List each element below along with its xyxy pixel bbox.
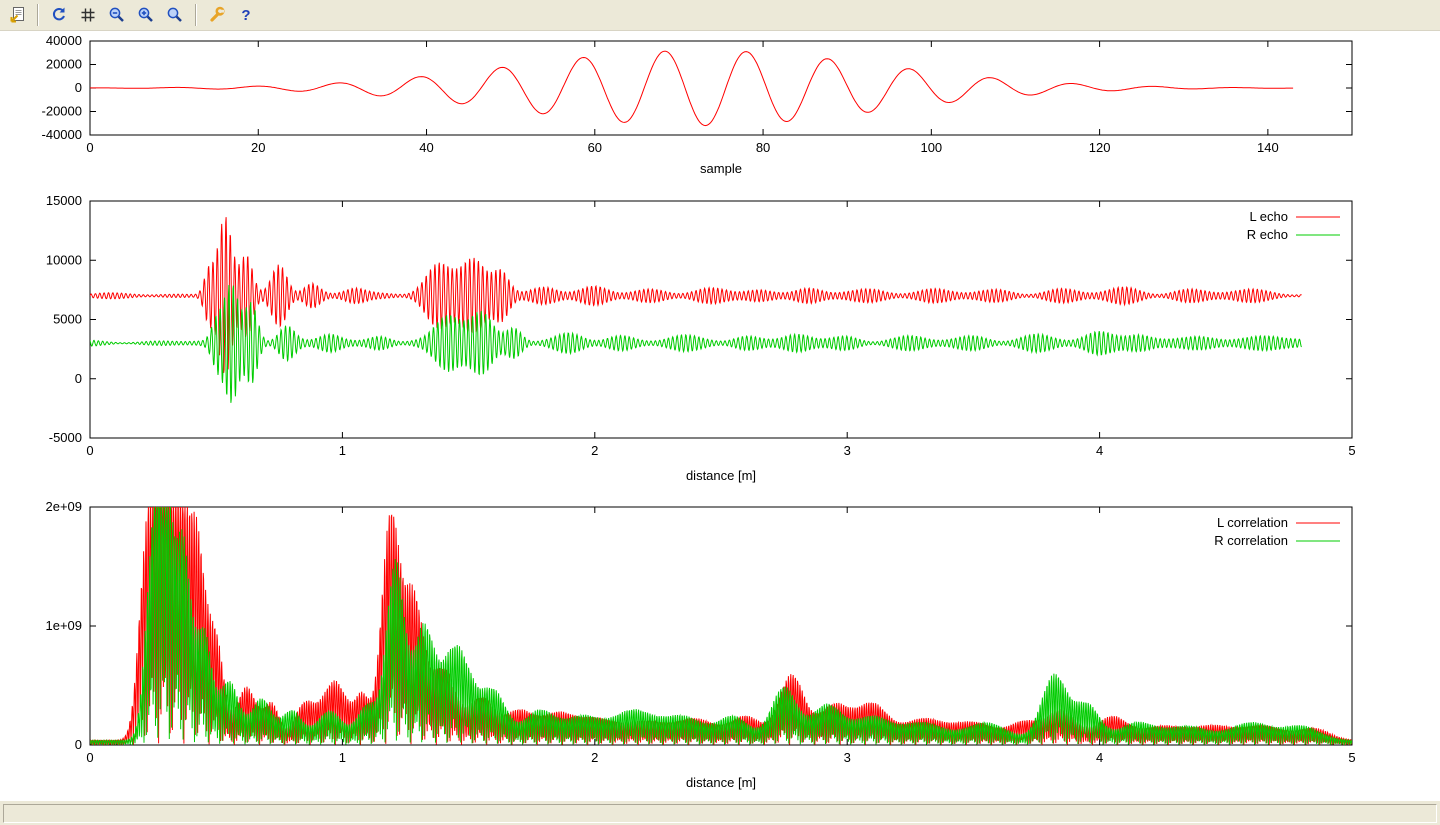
x-tick-label: 40 [419, 140, 433, 155]
x-axis-label: distance [m] [686, 775, 756, 790]
x-tick-label: 0 [86, 443, 93, 458]
autoscale-button[interactable] [162, 2, 188, 28]
series-l-echo [90, 217, 1302, 373]
toolbar-separator [37, 4, 39, 26]
x-tick-label: 3 [844, 443, 851, 458]
chart-echo: 0 1 2 3 4 5 -5000 0 5000 10000 15000 distance [m] L … [46, 193, 1356, 483]
x-tick-label: 2 [591, 750, 598, 765]
y-tick-label: 0 [75, 80, 82, 95]
autoscale-icon [166, 6, 184, 24]
y-tick-label: 10000 [46, 252, 82, 267]
y-tick-label: 5000 [53, 312, 82, 327]
y-tick-label: 20000 [46, 57, 82, 72]
x-tick-label: 1 [339, 750, 346, 765]
y-tick-label: 15000 [46, 193, 82, 208]
zoom-next-icon [137, 6, 155, 24]
y-tick-label: 40000 [46, 33, 82, 48]
plot-area: 020406080100120140-40000-200000200004000… [0, 31, 1440, 800]
x-tick-label: 0 [86, 140, 93, 155]
status-message [3, 804, 1437, 823]
plot-frame [90, 507, 1352, 745]
y-tick-label: 0 [75, 737, 82, 752]
y-tick-label: -5000 [49, 430, 82, 445]
x-tick-label: 100 [920, 140, 942, 155]
status-bar [0, 800, 1440, 825]
replot-button[interactable] [46, 2, 72, 28]
refresh-icon [50, 6, 68, 24]
copy-to-clipboard-button[interactable] [4, 2, 30, 28]
legend-label: L correlation [1217, 515, 1288, 530]
wrench-icon [208, 6, 226, 24]
y-tick-label: 0 [75, 371, 82, 386]
grid-icon [79, 6, 97, 24]
series-l-correlation [90, 507, 1352, 745]
gnuplot-window: ? 020406080100120140-40000-2000002000040… [0, 0, 1440, 825]
copy-icon [8, 6, 26, 24]
y-tick-label: 2e+09 [45, 499, 82, 514]
svg-text:?: ? [241, 7, 250, 24]
plot-frame [90, 201, 1352, 438]
x-tick-label: 4 [1096, 443, 1103, 458]
x-tick-label: 1 [339, 443, 346, 458]
x-tick-label: 0 [86, 750, 93, 765]
series-pulse [90, 51, 1293, 125]
chart-correlation: 0 1 2 3 4 5 0 1e+09 2e+09 distance [m] L correlati… [45, 499, 1355, 790]
legend-label: R correlation [1214, 533, 1288, 548]
x-tick-label: 2 [591, 443, 598, 458]
zoom-previous-button[interactable] [104, 2, 130, 28]
chart-pulse: 0 20 40 60 80 100 120 140 -40000 -20000 0 20000 4000… [42, 33, 1352, 176]
x-tick-label: 20 [251, 140, 265, 155]
plot-canvas[interactable]: 020406080100120140-40000-200000200004000… [0, 31, 1440, 800]
x-tick-label: 3 [844, 750, 851, 765]
y-tick-label: 1e+09 [45, 618, 82, 633]
series-r-correlation [90, 507, 1352, 745]
help-icon: ? [237, 6, 255, 24]
x-tick-label: 5 [1348, 750, 1355, 765]
zoom-next-button[interactable] [133, 2, 159, 28]
x-axis-label: sample [700, 161, 742, 176]
configure-button[interactable] [204, 2, 230, 28]
x-tick-label: 80 [756, 140, 770, 155]
x-tick-label: 4 [1096, 750, 1103, 765]
x-axis-label: distance [m] [686, 468, 756, 483]
x-tick-label: 140 [1257, 140, 1279, 155]
grid-toggle-button[interactable] [75, 2, 101, 28]
x-tick-label: 120 [1089, 140, 1111, 155]
x-tick-label: 5 [1348, 443, 1355, 458]
x-tick-label: 60 [588, 140, 602, 155]
y-tick-label: -40000 [42, 127, 82, 142]
toolbar: ? [0, 0, 1440, 31]
legend-label: L echo [1249, 209, 1288, 224]
legend-label: R echo [1247, 227, 1288, 242]
zoom-previous-icon [108, 6, 126, 24]
toolbar-separator [195, 4, 197, 26]
help-button[interactable]: ? [233, 2, 259, 28]
y-tick-label: -20000 [42, 104, 82, 119]
